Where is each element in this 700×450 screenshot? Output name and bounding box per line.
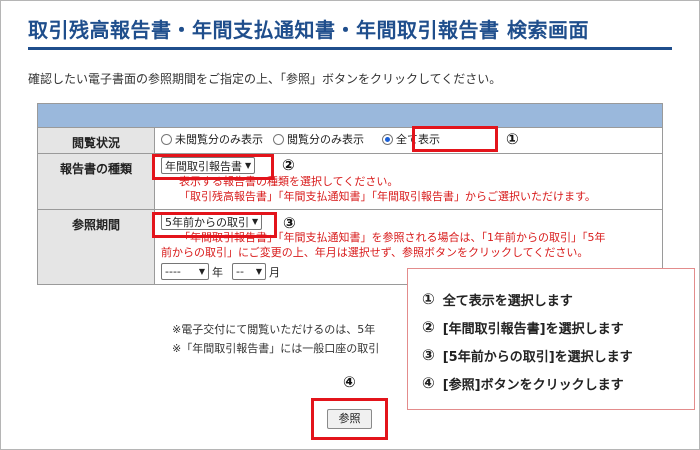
step-4-text: [参照]ボタンをクリックします: [442, 377, 624, 393]
highlight-period: [152, 212, 277, 238]
instruction-text: 確認したい電子書面の参照期間をご指定の上、「参照」ボタンをクリックしてください。: [28, 72, 502, 86]
view-status-radios: 未閲覧分のみ表示 閲覧分のみ表示 全て表示: [161, 131, 656, 147]
year-select[interactable]: ---- ▼: [161, 263, 209, 280]
search-form-table: 閲覧状況 未閲覧分のみ表示 閲覧分のみ表示 全て表示 報告書の種類 年間取引報告…: [37, 103, 663, 285]
notes: ※電子交付にて閲覧いただけるのは、5年 ※「年間取引報告書」には一般口座の取引: [172, 320, 408, 358]
table-header-band: [37, 103, 663, 128]
step-2-num: ②: [422, 318, 435, 336]
title-underline: [28, 47, 672, 50]
note-2: ※「年間取引報告書」には一般口座の取引: [172, 342, 380, 355]
page-title: 取引残高報告書・年間支払通知書・年間取引報告書 検索画面: [28, 18, 589, 42]
radio-viewed-dot[interactable]: [273, 133, 284, 145]
view-status-label: 閲覧状況: [37, 127, 155, 154]
radio-unviewed-label: 未閲覧分のみ表示: [175, 133, 263, 146]
radio-viewed-label: 閲覧分のみ表示: [287, 133, 364, 146]
step-1-text: 全て表示を選択します: [442, 293, 573, 309]
note-1: ※電子交付にて閲覧いただけるのは、5年: [172, 323, 376, 336]
year-value: ----: [165, 265, 181, 278]
period-hint-2: 前からの取引」にご変更の上、年月は選択せず、参照ボタンをクリックしてください。: [161, 246, 589, 259]
marker-1: ①: [506, 130, 519, 148]
radio-unviewed-dot[interactable]: [161, 133, 172, 145]
highlight-show-all: [412, 126, 498, 152]
step-4-num: ④: [422, 374, 435, 392]
highlight-report-type: [152, 154, 274, 180]
chevron-down-icon: ▼: [255, 267, 262, 276]
month-select[interactable]: -- ▼: [232, 263, 266, 280]
view-status-cell: 未閲覧分のみ表示 閲覧分のみ表示 全て表示: [154, 127, 663, 154]
month-unit: 月: [269, 265, 280, 279]
step-3: ③ [5年前からの取引]を選択します: [422, 341, 694, 369]
step-2: ② [年間取引報告書]を選択します: [422, 313, 694, 341]
month-value: --: [236, 265, 244, 278]
step-3-num: ③: [422, 346, 435, 364]
radio-viewed-only[interactable]: 閲覧分のみ表示: [273, 131, 364, 147]
steps-callout: ① 全て表示を選択します ② [年間取引報告書]を選択します ③ [5年前からの…: [407, 268, 695, 410]
step-1-num: ①: [422, 290, 435, 308]
period-label: 参照期間: [37, 209, 155, 285]
marker-3: ③: [283, 214, 296, 232]
step-2-text: [年間取引報告書]を選択します: [442, 321, 624, 337]
report-type-hint-2: 「取引残高報告書」「年間支払通知書」「年間取引報告書」からご選択いただけます。: [179, 190, 596, 203]
marker-4: ④: [343, 373, 356, 391]
step-3-text: [5年前からの取引]を選択します: [442, 349, 633, 365]
step-4: ④ [参照]ボタンをクリックします: [422, 369, 694, 397]
ref-button[interactable]: 参照: [327, 409, 372, 429]
year-unit: 年: [212, 265, 223, 279]
chevron-down-icon: ▼: [198, 267, 205, 276]
step-1: ① 全て表示を選択します: [422, 285, 694, 313]
radio-show-all-dot[interactable]: [382, 133, 393, 145]
radio-unviewed-only[interactable]: 未閲覧分のみ表示: [161, 131, 263, 147]
marker-2: ②: [282, 156, 295, 174]
report-type-label: 報告書の種類: [37, 153, 155, 210]
